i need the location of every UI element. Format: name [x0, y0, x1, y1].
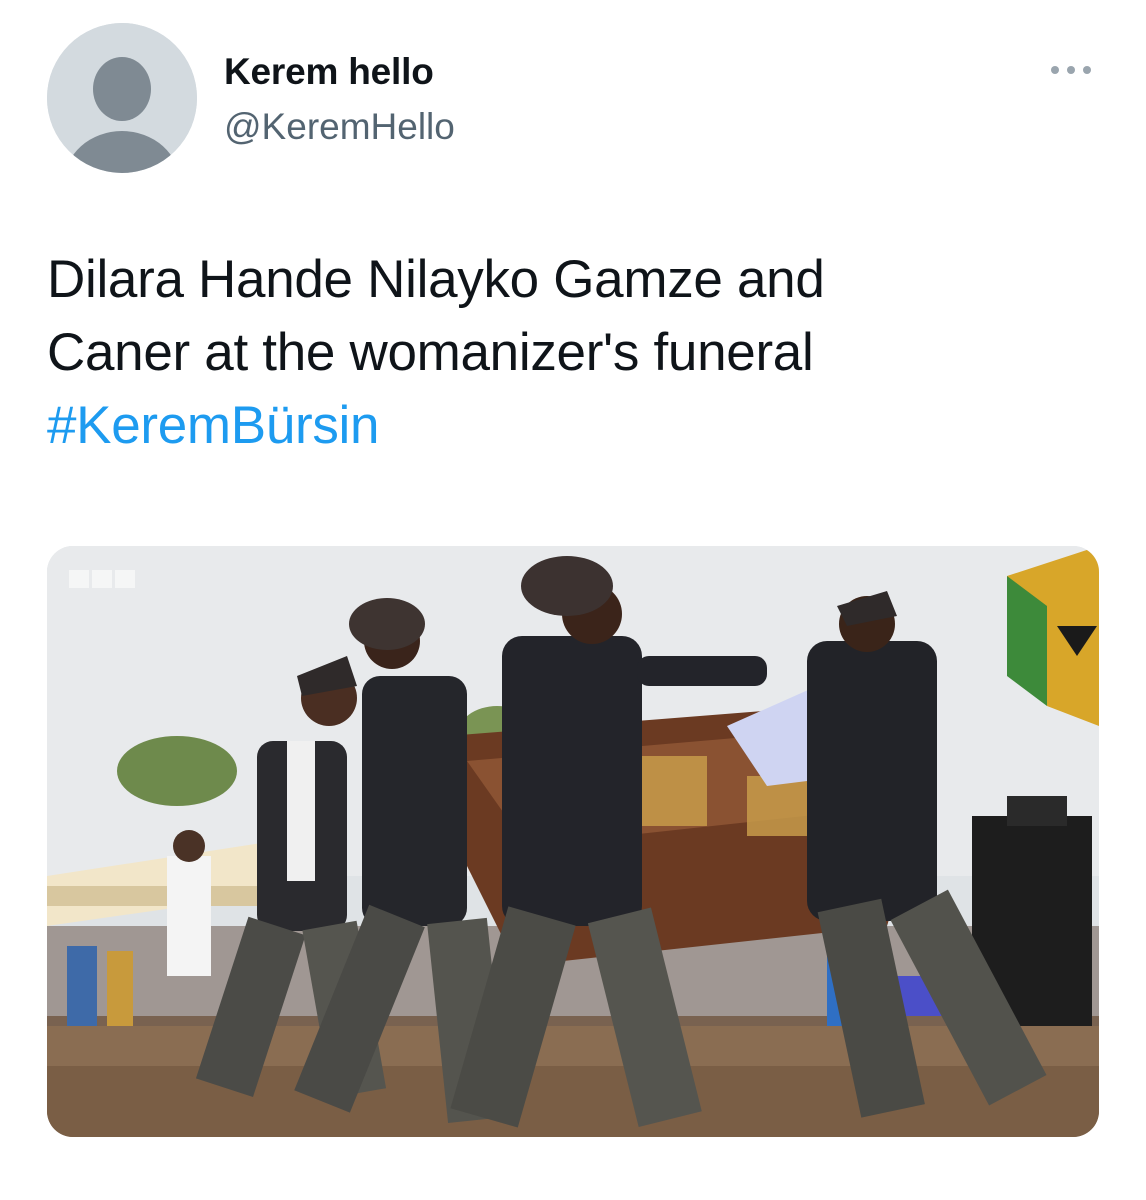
author-display-name[interactable]: Kerem hello [224, 50, 434, 94]
photo-pallbearers-dancing-with-coffin [47, 546, 1099, 1137]
avatar[interactable] [47, 23, 197, 173]
author-handle[interactable]: @KeremHello [224, 105, 455, 149]
more-options-icon [1051, 66, 1091, 74]
hashtag-link[interactable]: #KeremBürsin [47, 396, 380, 455]
more-options-button[interactable] [1046, 58, 1096, 82]
tweet-text: Dilara Hande Nilayko Gamze and Caner at … [47, 243, 1107, 462]
tweet-text-line: Dilara Hande Nilayko Gamze and [47, 250, 825, 309]
tweet-photo[interactable] [47, 546, 1099, 1137]
tweet: Kerem hello @KeremHello Dilara Hande Nil… [0, 0, 1146, 1200]
tweet-text-line: Caner at the womanizer's funeral [47, 323, 814, 382]
default-avatar-icon [47, 23, 197, 173]
